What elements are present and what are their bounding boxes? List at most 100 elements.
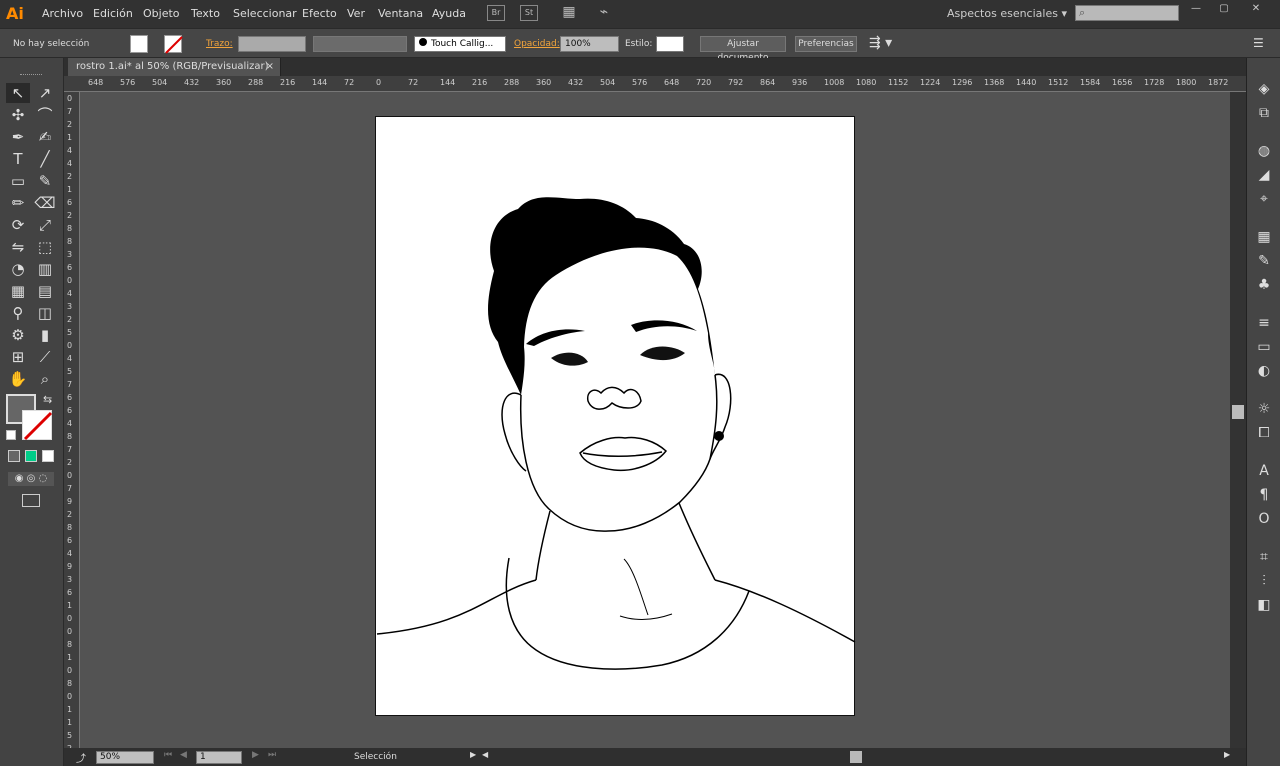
next-artboard-icon[interactable]: ▶ [252,750,259,760]
vertical-scrollbar[interactable] [1230,92,1246,748]
transparency-panel-icon[interactable]: ◐ [1255,362,1273,380]
maximize-icon[interactable]: ▢ [1212,3,1236,17]
menu-texto[interactable]: Texto [191,7,220,20]
swatches-panel-icon[interactable]: ▦ [1255,228,1273,246]
magic-wand-tool-icon[interactable]: ✣ [6,105,30,125]
color-mode-icon[interactable] [8,450,20,462]
width-tool-icon[interactable]: ⇋ [6,237,30,257]
fill-swatch[interactable] [130,35,148,53]
color-panel-icon[interactable]: ◍ [1255,142,1273,160]
brush-definition-select[interactable]: Touch Callig... [414,36,506,52]
scroll-right-icon[interactable]: ▶ [1224,750,1230,759]
layers-panel-icon[interactable]: ◈ [1255,80,1273,98]
tools-grip[interactable] [20,74,42,78]
menu-ventana[interactable]: Ventana [378,7,423,20]
artboard-tool-icon[interactable]: ⊞ [6,347,30,367]
vertical-scroll-thumb[interactable] [1232,405,1244,419]
appearance-panel-icon[interactable]: ☼ [1255,400,1273,418]
eraser-tool-icon[interactable]: ⌫ [33,193,57,213]
paintbrush-tool-icon[interactable]: ✎ [33,171,57,191]
symbol-sprayer-tool-icon[interactable]: ⚙ [6,325,30,345]
workspace-switcher[interactable]: Aspectos esenciales ▾ [947,7,1067,20]
free-transform-tool-icon[interactable]: ⬚ [33,237,57,257]
drawing-modes-icon[interactable]: ◉ ◎ ◌ [8,472,54,486]
links-panel-icon[interactable]: ⌖ [1255,190,1273,208]
screen-mode-icon[interactable] [22,494,40,507]
stroke-color-icon[interactable] [22,410,53,441]
canvas-area[interactable] [80,92,1230,748]
perspective-grid-tool-icon[interactable]: ▥ [33,259,57,279]
direct-selection-tool-icon[interactable]: ↗ [33,83,57,103]
horizontal-scroll-thumb[interactable] [850,751,862,763]
graphic-style-select[interactable] [656,36,684,52]
scale-tool-icon[interactable]: ⤢ [33,215,57,235]
mesh-tool-icon[interactable]: ▦ [6,281,30,301]
default-fill-stroke-icon[interactable] [6,430,16,440]
status-menu-icon[interactable]: ▶ [470,750,476,759]
first-artboard-icon[interactable]: ⏮ [164,750,172,760]
close-window-icon[interactable]: ✕ [1244,3,1268,17]
document-tab[interactable]: rostro 1.ai* al 50% (RGB/Previsualizar) … [68,58,281,76]
menu-efecto[interactable]: Efecto [302,7,337,20]
opentype-panel-icon[interactable]: O [1255,510,1273,528]
stroke-panel-icon[interactable]: ≡ [1255,314,1273,332]
previous-artboard-icon[interactable]: ◀ [180,750,187,760]
opacity-label[interactable]: Opacidad: [514,39,560,49]
paragraph-panel-icon[interactable]: ¶ [1255,486,1273,504]
selection-tool-icon[interactable]: ↖ [6,83,30,103]
zoom-tool-icon[interactable]: ⌕ [33,369,57,389]
arrange-documents-icon[interactable]: ▦ [557,5,581,21]
stroke-swatch[interactable] [164,35,183,54]
symbols-panel-icon[interactable]: ♣ [1255,276,1273,294]
hand-tool-icon[interactable]: ✋ [6,369,30,389]
document-setup-button[interactable]: Ajustar documento [700,36,786,63]
gradient-tool-icon[interactable]: ▤ [33,281,57,301]
line-tool-icon[interactable]: ╱ [33,149,57,169]
none-mode-icon[interactable] [42,450,54,462]
gpu-performance-icon[interactable]: ⌁ [595,5,613,21]
blend-tool-icon[interactable]: ◫ [33,303,57,323]
close-tab-icon[interactable]: × [266,58,274,76]
menu-ayuda[interactable]: Ayuda [432,7,466,20]
bridge-icon[interactable]: Br [487,5,505,21]
gradient-panel-icon[interactable]: ▭ [1255,338,1273,356]
zoom-level-field[interactable]: 50% [96,751,154,764]
menu-ver[interactable]: Ver [347,7,365,20]
rectangle-tool-icon[interactable]: ▭ [6,171,30,191]
type-tool-icon[interactable]: T [6,149,30,169]
stroke-label[interactable]: Trazo: [206,39,233,49]
pathfinder-panel-icon[interactable]: ◧ [1255,596,1273,614]
last-artboard-icon[interactable]: ⏭ [268,750,276,760]
gradient-mode-icon[interactable] [25,450,37,462]
transform-panel-icon[interactable]: ⌗ [1255,548,1273,566]
graphic-styles-panel-icon[interactable]: ⧠ [1255,424,1273,442]
pen-tool-icon[interactable]: ✒ [6,127,30,147]
scroll-left-icon[interactable]: ◀ [482,750,488,759]
rotate-tool-icon[interactable]: ⟳ [6,215,30,235]
artboard[interactable] [375,116,856,716]
shape-builder-tool-icon[interactable]: ◔ [6,259,30,279]
color-guide-panel-icon[interactable]: ◢ [1255,166,1273,184]
menu-edicion[interactable]: Edición [93,7,133,20]
artboard-number-field[interactable]: 1 [196,751,242,764]
brushes-panel-icon[interactable]: ✎ [1255,252,1273,270]
panel-menu-icon[interactable]: ☰ [1253,36,1264,50]
lasso-tool-icon[interactable]: ⌒ [33,105,57,125]
current-tool-status[interactable]: Selección [354,752,397,762]
stock-icon[interactable]: St [520,5,538,21]
variable-width-profile-select[interactable] [313,36,407,52]
search-input[interactable]: ⌕ [1075,5,1179,21]
pencil-tool-icon[interactable]: ✏ [6,193,30,213]
menu-archivo[interactable]: Archivo [42,7,83,20]
artboards-panel-icon[interactable]: ⧉ [1255,104,1273,122]
minimize-icon[interactable]: — [1184,3,1208,17]
align-panel-icon[interactable]: ⫶ [1255,572,1273,590]
menu-objeto[interactable]: Objeto [143,7,180,20]
opacity-field[interactable]: 100% [560,36,619,52]
character-panel-icon[interactable]: A [1255,462,1273,480]
align-menu-icon[interactable]: ⇶ ▾ [869,35,892,51]
menu-seleccionar[interactable]: Seleccionar [233,7,297,20]
share-icon[interactable]: ⤴ [76,750,86,765]
eyedropper-tool-icon[interactable]: ⚲ [6,303,30,323]
stroke-weight-field[interactable] [238,36,306,52]
